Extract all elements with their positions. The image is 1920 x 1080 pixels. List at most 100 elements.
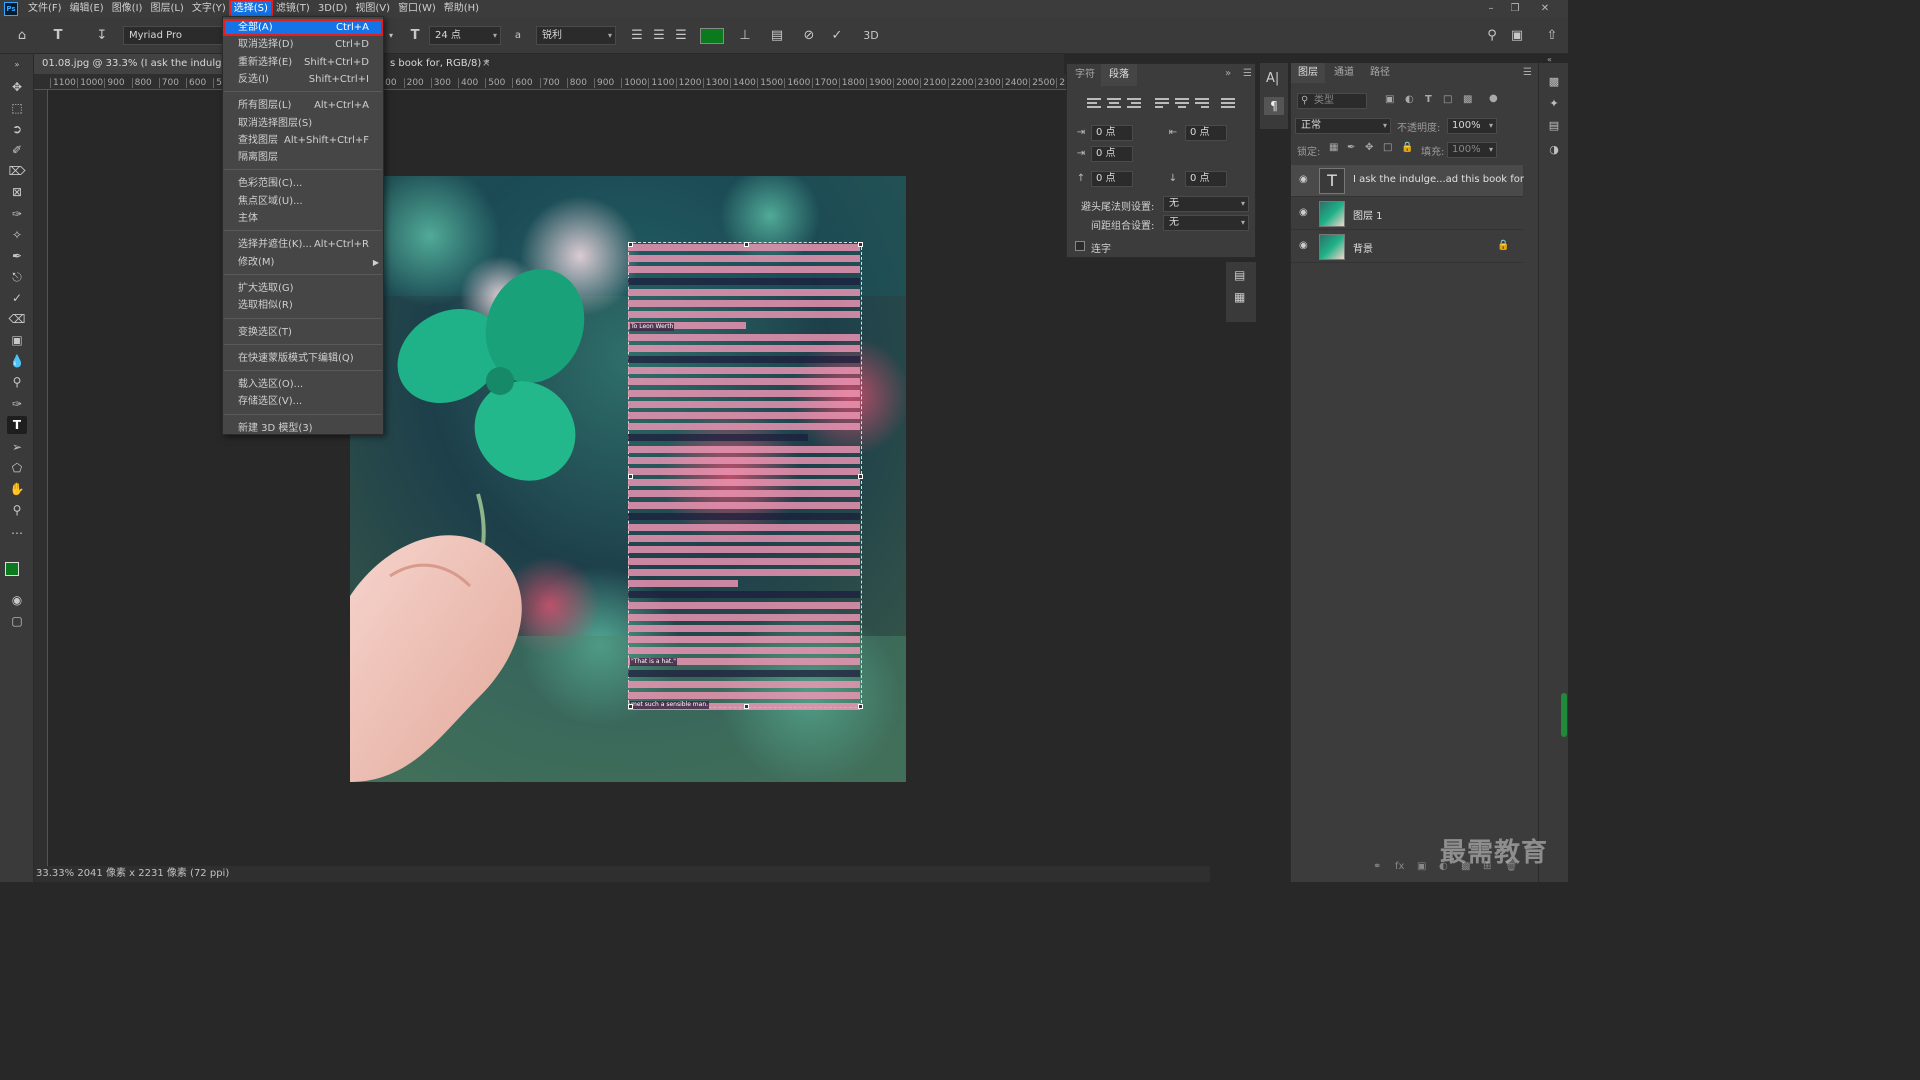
document-tab[interactable]: 01.08.jpg @ 33.3% (I ask the indulgenc xyxy=(34,54,248,74)
justify-all-icon[interactable] xyxy=(1221,98,1237,112)
cancel-edit-icon[interactable]: ⊘ xyxy=(800,26,818,46)
filter-shape-icon[interactable]: □ xyxy=(1443,94,1452,105)
tab-channels[interactable]: 通道 xyxy=(1327,63,1361,83)
commit-edit-icon[interactable]: ✓ xyxy=(828,26,846,46)
space-after-field[interactable]: 0 点 xyxy=(1185,171,1227,187)
filter-type-icon[interactable]: T xyxy=(1425,94,1432,105)
layer-name[interactable]: I ask the indulge...ad this book for xyxy=(1353,174,1524,185)
select-menu-item[interactable]: 选取相似(R) xyxy=(223,297,383,314)
crop-tool-icon[interactable]: ⌦ xyxy=(7,162,27,180)
panel-menu-icon[interactable]: ☰ xyxy=(1523,67,1532,78)
document-size[interactable]: 2041 像素 x 2231 像素 (72 ppi) xyxy=(77,868,229,879)
select-menu-item[interactable]: 新建 3D 模型(3) xyxy=(223,420,383,437)
collapse-toolbar-icon[interactable]: » xyxy=(7,56,27,74)
select-menu-item[interactable]: 隔离图层 xyxy=(223,149,383,166)
frame-tool-icon[interactable]: ⊠ xyxy=(7,183,27,201)
link-layers-icon[interactable]: ⚭ xyxy=(1373,861,1381,872)
tab-character[interactable]: 字符 xyxy=(1067,64,1103,86)
character-panel-toggle-icon[interactable]: ▤ xyxy=(768,26,786,46)
select-menu-item[interactable]: 存储选区(V)... xyxy=(223,393,383,410)
foreground-color-swatch[interactable] xyxy=(5,562,19,576)
character-panel-icon[interactable]: A| xyxy=(1266,71,1279,86)
workspace-icon[interactable]: ▣ xyxy=(1508,26,1526,46)
brush-tool-icon[interactable]: ✒ xyxy=(7,247,27,265)
transform-handle[interactable] xyxy=(628,474,633,479)
search-icon[interactable]: ⚲ xyxy=(1483,26,1501,46)
mojikumi-select[interactable]: 无 ▾ xyxy=(1163,215,1249,231)
history-brush-tool-icon[interactable]: ✓ xyxy=(7,289,27,307)
marquee-tool-icon[interactable]: ⬚ xyxy=(7,99,27,117)
eye-icon[interactable]: ◉ xyxy=(1299,241,1311,251)
space-before-field[interactable]: 0 点 xyxy=(1091,171,1133,187)
lock-image-icon[interactable]: ✒ xyxy=(1347,142,1355,153)
lock-transparent-icon[interactable]: ▦ xyxy=(1329,142,1338,153)
select-menu-item[interactable]: 选择并遮住(K)... Alt+Ctrl+R xyxy=(223,236,383,253)
warp-text-icon[interactable]: ⊥ xyxy=(736,26,754,46)
select-menu-item[interactable]: 扩大选取(G) xyxy=(223,280,383,297)
justify-last-left-icon[interactable] xyxy=(1155,98,1171,112)
share-icon[interactable]: ⇧ xyxy=(1543,26,1561,46)
indent-right-field[interactable]: 0 点 xyxy=(1185,125,1227,141)
quick-select-tool-icon[interactable]: ✐ xyxy=(7,141,27,159)
select-menu-item[interactable]: 反选(I) Shift+Ctrl+I xyxy=(223,71,383,88)
menu-window[interactable]: 窗口(W) xyxy=(394,0,440,18)
transform-handle[interactable] xyxy=(858,242,863,247)
panel-collapse-icon[interactable]: » xyxy=(1225,68,1231,79)
screen-mode-icon[interactable]: ▢ xyxy=(7,612,27,630)
eyedropper-tool-icon[interactable]: ✑ xyxy=(7,205,27,223)
zoom-level[interactable]: 33.33% xyxy=(36,868,74,879)
text-color-swatch[interactable] xyxy=(700,28,724,44)
filter-toggle-icon[interactable]: ● xyxy=(1489,93,1498,104)
filter-pixel-icon[interactable]: ▣ xyxy=(1385,94,1394,105)
lasso-tool-icon[interactable]: ➲ xyxy=(7,120,27,138)
select-menu-item[interactable]: 取消选择图层(S) xyxy=(223,115,383,132)
eye-icon[interactable]: ◉ xyxy=(1299,208,1311,218)
font-style-dropdown-icon[interactable]: ▾ xyxy=(386,26,396,46)
tab-layers[interactable]: 图层 xyxy=(1291,63,1325,83)
transform-handle[interactable] xyxy=(744,242,749,247)
layer-name[interactable]: 背景 xyxy=(1353,240,1373,255)
paragraph-panel-icon[interactable]: ¶ xyxy=(1264,97,1284,115)
fill-field[interactable]: 100% ▾ xyxy=(1447,142,1497,158)
quick-mask-icon[interactable]: ◉ xyxy=(7,591,27,609)
menu-edit[interactable]: 编辑(E) xyxy=(66,0,108,18)
select-menu-item[interactable]: 重新选择(E) Shift+Ctrl+D xyxy=(223,54,383,71)
menu-image[interactable]: 图像(I) xyxy=(108,0,147,18)
path-selection-tool-icon[interactable]: ➢ xyxy=(7,438,27,456)
kinsoku-select[interactable]: 无 ▾ xyxy=(1163,196,1249,212)
layer-row-layer1[interactable]: ◉ 图层 1 xyxy=(1291,198,1523,230)
zoom-tool-icon[interactable]: ⚲ xyxy=(7,501,27,519)
align-left-icon[interactable]: ☰ xyxy=(629,26,645,46)
navigator-icon[interactable]: ✦ xyxy=(1547,97,1561,111)
lock-artboard-icon[interactable]: □ xyxy=(1383,142,1392,153)
panel-menu-icon[interactable]: ☰ xyxy=(1243,68,1252,79)
restore-icon[interactable]: ❐ xyxy=(1504,0,1526,18)
align-left-icon[interactable] xyxy=(1087,98,1103,112)
select-menu-item[interactable]: 在快速蒙版模式下编辑(Q) xyxy=(223,350,383,367)
opacity-field[interactable]: 100% ▾ xyxy=(1447,118,1497,134)
properties-panel-icon[interactable]: ▤ xyxy=(1234,268,1245,282)
indent-left-field[interactable]: 0 点 xyxy=(1091,125,1133,141)
transform-handle[interactable] xyxy=(744,704,749,709)
select-menu-item[interactable]: 所有图层(L) Alt+Ctrl+A xyxy=(223,97,383,114)
select-menu-item[interactable]: 变换选区(T) xyxy=(223,324,383,341)
layer-style-icon[interactable]: fx xyxy=(1395,861,1404,872)
select-menu-item[interactable]: 载入选区(O)... xyxy=(223,376,383,393)
select-menu-item[interactable]: 全部(A) Ctrl+A xyxy=(223,19,383,36)
menu-layer[interactable]: 图层(L) xyxy=(146,0,187,18)
blend-mode-select[interactable]: 正常 ▾ xyxy=(1295,118,1391,134)
transform-handle[interactable] xyxy=(628,704,633,709)
layer-name[interactable]: 图层 1 xyxy=(1353,207,1383,222)
dodge-tool-icon[interactable]: ⚲ xyxy=(7,373,27,391)
lock-all-icon[interactable]: 🔒 xyxy=(1401,142,1413,153)
justify-last-center-icon[interactable] xyxy=(1175,98,1191,112)
transform-handle[interactable] xyxy=(858,474,863,479)
transform-handle[interactable] xyxy=(858,704,863,709)
align-center-icon[interactable] xyxy=(1107,98,1123,112)
layer-row-background[interactable]: ◉ 背景 🔒 xyxy=(1291,231,1523,263)
select-menu-item[interactable]: 主体 xyxy=(223,210,383,227)
layer-row-text[interactable]: ◉ T I ask the indulge...ad this book for xyxy=(1291,165,1524,197)
histogram-icon[interactable]: ▩ xyxy=(1547,75,1561,89)
hyphenate-checkbox[interactable] xyxy=(1075,241,1085,251)
gradient-tool-icon[interactable]: ▣ xyxy=(7,331,27,349)
